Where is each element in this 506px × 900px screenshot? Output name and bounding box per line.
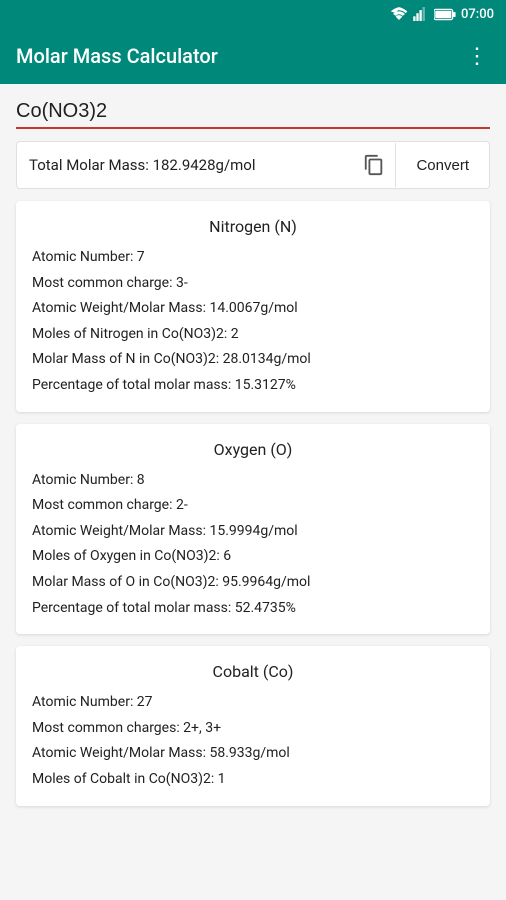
convert-button[interactable]: Convert bbox=[396, 143, 489, 187]
copy-button[interactable] bbox=[352, 143, 396, 187]
element-row-0-5: Percentage of total molar mass: 15.3127% bbox=[32, 376, 474, 396]
app-title: Molar Mass Calculator bbox=[16, 44, 218, 68]
element-title-2: Cobalt (Co) bbox=[32, 662, 474, 681]
element-row-1-3: Moles of Oxygen in Co(NO3)2: 6 bbox=[32, 547, 474, 567]
element-row-1-2: Atomic Weight/Molar Mass: 15.9994g/mol bbox=[32, 522, 474, 542]
element-row-2-3: Moles of Cobalt in Co(NO3)2: 1 bbox=[32, 770, 474, 790]
element-row-0-1: Most common charge: 3- bbox=[32, 274, 474, 294]
status-time: 07:00 bbox=[461, 7, 494, 22]
battery-icon bbox=[434, 8, 456, 21]
element-row-0-4: Molar Mass of N in Co(NO3)2: 28.0134g/mo… bbox=[32, 350, 474, 370]
element-row-0-2: Atomic Weight/Molar Mass: 14.0067g/mol bbox=[32, 299, 474, 319]
element-title-1: Oxygen (O) bbox=[32, 440, 474, 459]
status-icons: 07:00 bbox=[390, 7, 494, 22]
element-row-2-0: Atomic Number: 27 bbox=[32, 693, 474, 713]
element-title-0: Nitrogen (N) bbox=[32, 217, 474, 236]
element-row-1-5: Percentage of total molar mass: 52.4735% bbox=[32, 599, 474, 619]
element-card-1: Oxygen (O) Atomic Number: 8 Most common ch… bbox=[16, 424, 490, 635]
element-card-0: Nitrogen (N) Atomic Number: 7 Most common … bbox=[16, 201, 490, 412]
element-cards-container: Nitrogen (N) Atomic Number: 7 Most common … bbox=[16, 201, 490, 806]
molar-mass-result: Total Molar Mass: 182.9428g/mol bbox=[17, 156, 352, 174]
element-row-0-3: Moles of Nitrogen in Co(NO3)2: 2 bbox=[32, 325, 474, 345]
app-bar: Molar Mass Calculator ⋮ bbox=[0, 28, 506, 84]
more-options-icon[interactable]: ⋮ bbox=[466, 44, 490, 69]
element-row-2-2: Atomic Weight/Molar Mass: 58.933g/mol bbox=[32, 744, 474, 764]
result-bar: Total Molar Mass: 182.9428g/mol Convert bbox=[16, 141, 490, 189]
formula-input[interactable] bbox=[16, 96, 490, 129]
signal-icon bbox=[413, 7, 429, 21]
element-row-1-0: Atomic Number: 8 bbox=[32, 471, 474, 491]
element-row-1-4: Molar Mass of O in Co(NO3)2: 95.9964g/mo… bbox=[32, 573, 474, 593]
element-row-0-0: Atomic Number: 7 bbox=[32, 248, 474, 268]
element-row-2-1: Most common charges: 2+, 3+ bbox=[32, 719, 474, 739]
status-bar: 07:00 bbox=[0, 0, 506, 28]
element-card-2: Cobalt (Co) Atomic Number: 27 Most common … bbox=[16, 646, 490, 805]
copy-icon bbox=[363, 154, 385, 176]
element-row-1-1: Most common charge: 2- bbox=[32, 496, 474, 516]
wifi-icon bbox=[390, 7, 408, 21]
formula-input-container bbox=[16, 96, 490, 129]
main-content: Total Molar Mass: 182.9428g/mol Convert … bbox=[0, 84, 506, 830]
